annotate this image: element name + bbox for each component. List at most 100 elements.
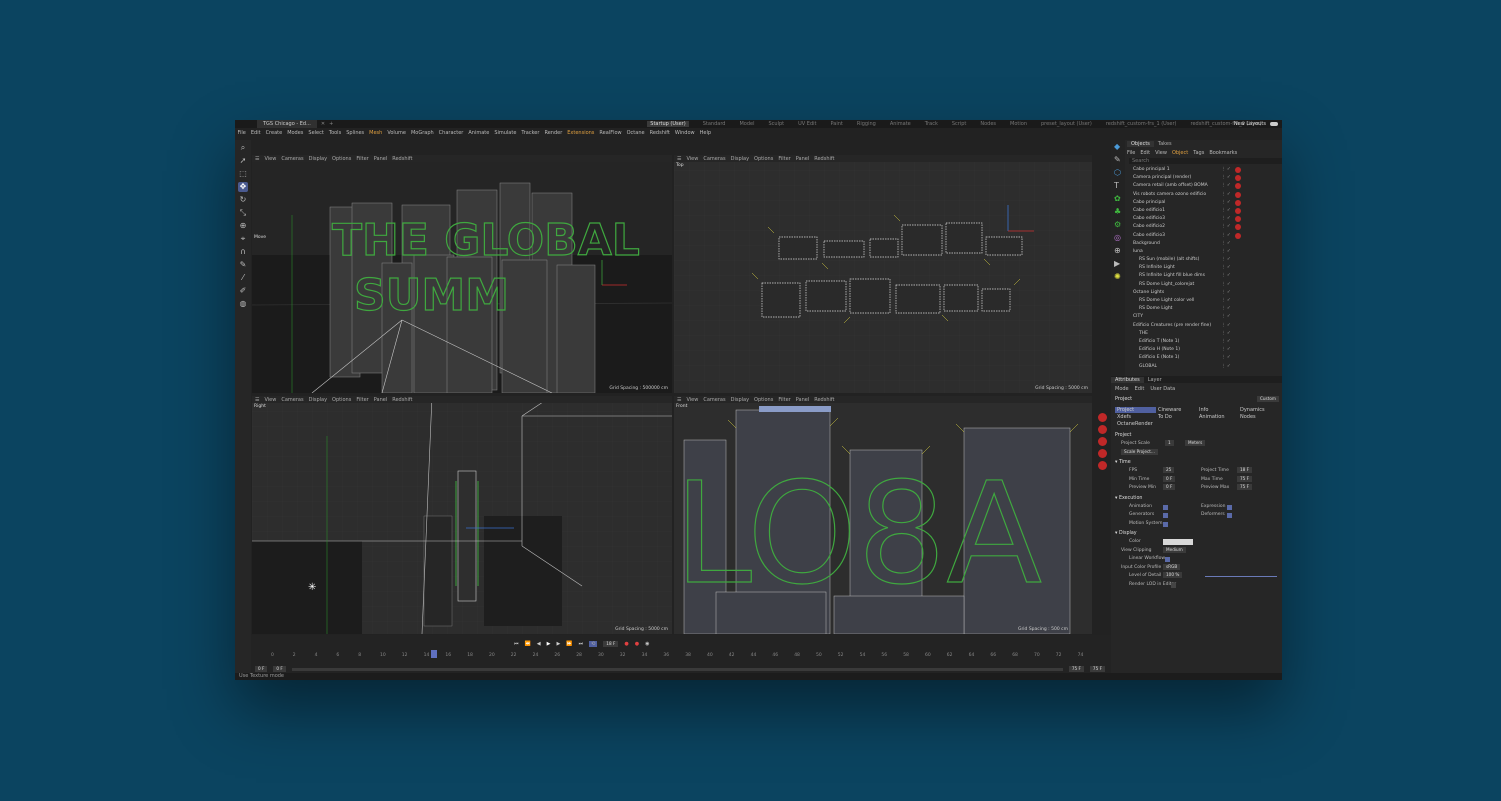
material-tag-icon[interactable] — [1235, 191, 1241, 198]
visibility-toggle[interactable]: ⋮ ✓ — [1221, 215, 1231, 223]
subtab-info[interactable]: Info — [1197, 407, 1238, 413]
menu-animate[interactable]: Animate — [468, 130, 489, 136]
menu-edit[interactable]: Edit — [251, 130, 261, 136]
max-time-input[interactable]: 75 F — [1237, 475, 1253, 482]
visibility-toggle[interactable]: ⋮ ✓ — [1221, 354, 1231, 362]
layout-tab[interactable]: Motion — [1010, 121, 1027, 127]
visibility-toggle[interactable]: ⋮ ✓ — [1221, 166, 1231, 174]
hamburger-icon[interactable]: ☰ — [677, 397, 681, 403]
object-row[interactable]: Camera retail (amb offset) BOMA ⋮ ✓ — [1127, 182, 1281, 190]
knife-icon[interactable]: ✎ — [238, 260, 248, 270]
redshift-ipr-icon[interactable] — [1098, 425, 1107, 434]
menu-volume[interactable]: Volume — [387, 130, 406, 136]
object-row[interactable]: RS Sun (mobile) (alt shifts) ⋮ ✓ — [1127, 256, 1281, 264]
viewport-menu-view[interactable]: View — [264, 397, 276, 403]
menu-mograph[interactable]: MoGraph — [411, 130, 434, 136]
rotate-tool-icon[interactable]: ↻ — [238, 195, 248, 205]
visibility-toggle[interactable]: ⋮ ✓ — [1221, 363, 1231, 371]
menu-tools[interactable]: Tools — [329, 130, 341, 136]
menu-mesh[interactable]: Mesh — [369, 130, 382, 136]
object-row[interactable]: Edificio H (Note 1) ⋮ ✓ — [1127, 346, 1281, 354]
viewport-menu-redshift[interactable]: Redshift — [814, 397, 834, 403]
viewport-menu-view[interactable]: View — [264, 156, 276, 162]
objects-menu-file[interactable]: File — [1127, 150, 1135, 156]
viewport-menu-options[interactable]: Options — [332, 156, 351, 162]
material-tag-icon[interactable] — [1235, 232, 1241, 239]
preview-max-input[interactable]: 75 F — [1237, 484, 1253, 490]
input-color-profile-select[interactable]: sRGB — [1163, 563, 1181, 570]
layout-tab[interactable]: Standard — [703, 121, 726, 127]
expression-checkbox[interactable] — [1227, 504, 1232, 510]
visibility-toggle[interactable]: ⋮ ✓ — [1221, 199, 1231, 207]
object-row[interactable]: GLOBAL ⋮ ✓ — [1127, 363, 1281, 371]
close-tab-icon[interactable]: ✕ — [321, 121, 325, 127]
object-row[interactable]: Octane Lights ⋮ ✓ — [1127, 289, 1281, 297]
select-icon[interactable]: ⬚ — [238, 169, 248, 179]
hamburger-icon[interactable]: ☰ — [255, 156, 259, 162]
viewport-menu-cameras[interactable]: Cameras — [703, 156, 725, 162]
visibility-toggle[interactable]: ⋮ ✓ — [1221, 313, 1231, 321]
document-tab[interactable]: TGS Chicago - Ed... — [257, 120, 317, 128]
material-tag-icon[interactable] — [1235, 175, 1241, 182]
layout-tab[interactable]: Nodes — [980, 121, 996, 127]
menu-window[interactable]: Window — [675, 130, 695, 136]
layout-tab[interactable]: Animate — [890, 121, 911, 127]
scene-icon[interactable]: ⊕ — [1114, 246, 1122, 255]
redshift-render-icon[interactable] — [1098, 413, 1107, 422]
object-row[interactable]: THE ⋮ ✓ — [1127, 330, 1281, 338]
layout-tab[interactable]: Track — [925, 121, 938, 127]
object-row[interactable]: Background ⋮ ✓ — [1127, 240, 1281, 248]
menu-realflow[interactable]: RealFlow — [599, 130, 621, 136]
transform-icon[interactable]: ⊕ — [238, 221, 248, 231]
project-scale-unit[interactable]: Meters — [1185, 440, 1206, 446]
viewport-menu-cameras[interactable]: Cameras — [281, 397, 303, 403]
subtab-nodes[interactable]: Nodes — [1238, 414, 1279, 420]
viewport-menu-redshift[interactable]: Redshift — [392, 397, 412, 403]
menu-extensions[interactable]: Extensions — [567, 130, 594, 136]
attributes-menu-mode[interactable]: Mode — [1115, 386, 1129, 392]
hamburger-icon[interactable]: ☰ — [255, 397, 259, 403]
object-row[interactable]: Edificio E (Note 1) ⋮ ✓ — [1127, 354, 1281, 362]
visibility-toggle[interactable]: ⋮ ✓ — [1221, 330, 1231, 338]
project-scale-input[interactable]: 1 — [1165, 440, 1174, 446]
new-layouts-label[interactable]: New Layouts — [1234, 121, 1266, 127]
viewport-menu-display[interactable]: Display — [731, 156, 749, 162]
viewport-menu-redshift[interactable]: Redshift — [814, 156, 834, 162]
paint-icon[interactable]: ✐ — [238, 286, 248, 296]
viewport-menu-display[interactable]: Display — [731, 397, 749, 403]
range-end-a[interactable]: 75 F — [1068, 666, 1084, 672]
subtab-octanerender[interactable]: OctaneRender — [1115, 421, 1157, 427]
object-row[interactable]: RS Dome Light color vell ⋮ ✓ — [1127, 297, 1281, 305]
menu-tracker[interactable]: Tracker — [521, 130, 539, 136]
layout-tab[interactable]: UV Edit — [798, 121, 816, 127]
linear-workflow-checkbox[interactable] — [1165, 557, 1170, 562]
objects-menu-edit[interactable]: Edit — [1140, 150, 1150, 156]
layout-tab[interactable]: Script — [952, 121, 967, 127]
cube-icon[interactable]: ◆ — [1114, 142, 1122, 151]
redshift-material-icon[interactable] — [1098, 437, 1107, 446]
viewport-menu-view[interactable]: View — [686, 156, 698, 162]
light-icon[interactable]: ✺ — [1114, 272, 1122, 281]
spline-icon[interactable]: ✎ — [1114, 155, 1122, 164]
menu-splines[interactable]: Splines — [346, 130, 364, 136]
visibility-toggle[interactable]: ⋮ ✓ — [1221, 272, 1231, 280]
object-row[interactable]: Edificio T (Note 1) ⋮ ✓ — [1127, 338, 1281, 346]
objects-menu-object[interactable]: Object — [1172, 150, 1188, 156]
menu-octane[interactable]: Octane — [627, 130, 645, 136]
text-icon[interactable]: T — [1114, 181, 1122, 190]
object-row[interactable]: Cabo principal 1 ⋮ ✓ — [1127, 166, 1281, 174]
viewport-menu-panel[interactable]: Panel — [374, 397, 388, 403]
menu-help[interactable]: Help — [700, 130, 711, 136]
subtab-cineware[interactable]: Cineware — [1156, 407, 1197, 413]
visibility-toggle[interactable]: ⋮ ✓ — [1221, 248, 1231, 256]
hamburger-icon[interactable]: ☰ — [677, 156, 681, 162]
layer-tab[interactable]: Layer — [1144, 377, 1166, 383]
object-row[interactable]: Edificio Creatures (pre render fine) ⋮ ✓ — [1127, 322, 1281, 330]
top-viewport[interactable]: Top Grid Spacing : 5000 cm — [674, 155, 1092, 393]
viewport-menu-view[interactable]: View — [686, 397, 698, 403]
visibility-toggle[interactable]: ⋮ ✓ — [1221, 191, 1231, 199]
menu-character[interactable]: Character — [439, 130, 464, 136]
subtab-to-do[interactable]: To Do — [1156, 414, 1197, 420]
objects-menu-view[interactable]: View — [1155, 150, 1167, 156]
viewport-menu-options[interactable]: Options — [754, 156, 773, 162]
